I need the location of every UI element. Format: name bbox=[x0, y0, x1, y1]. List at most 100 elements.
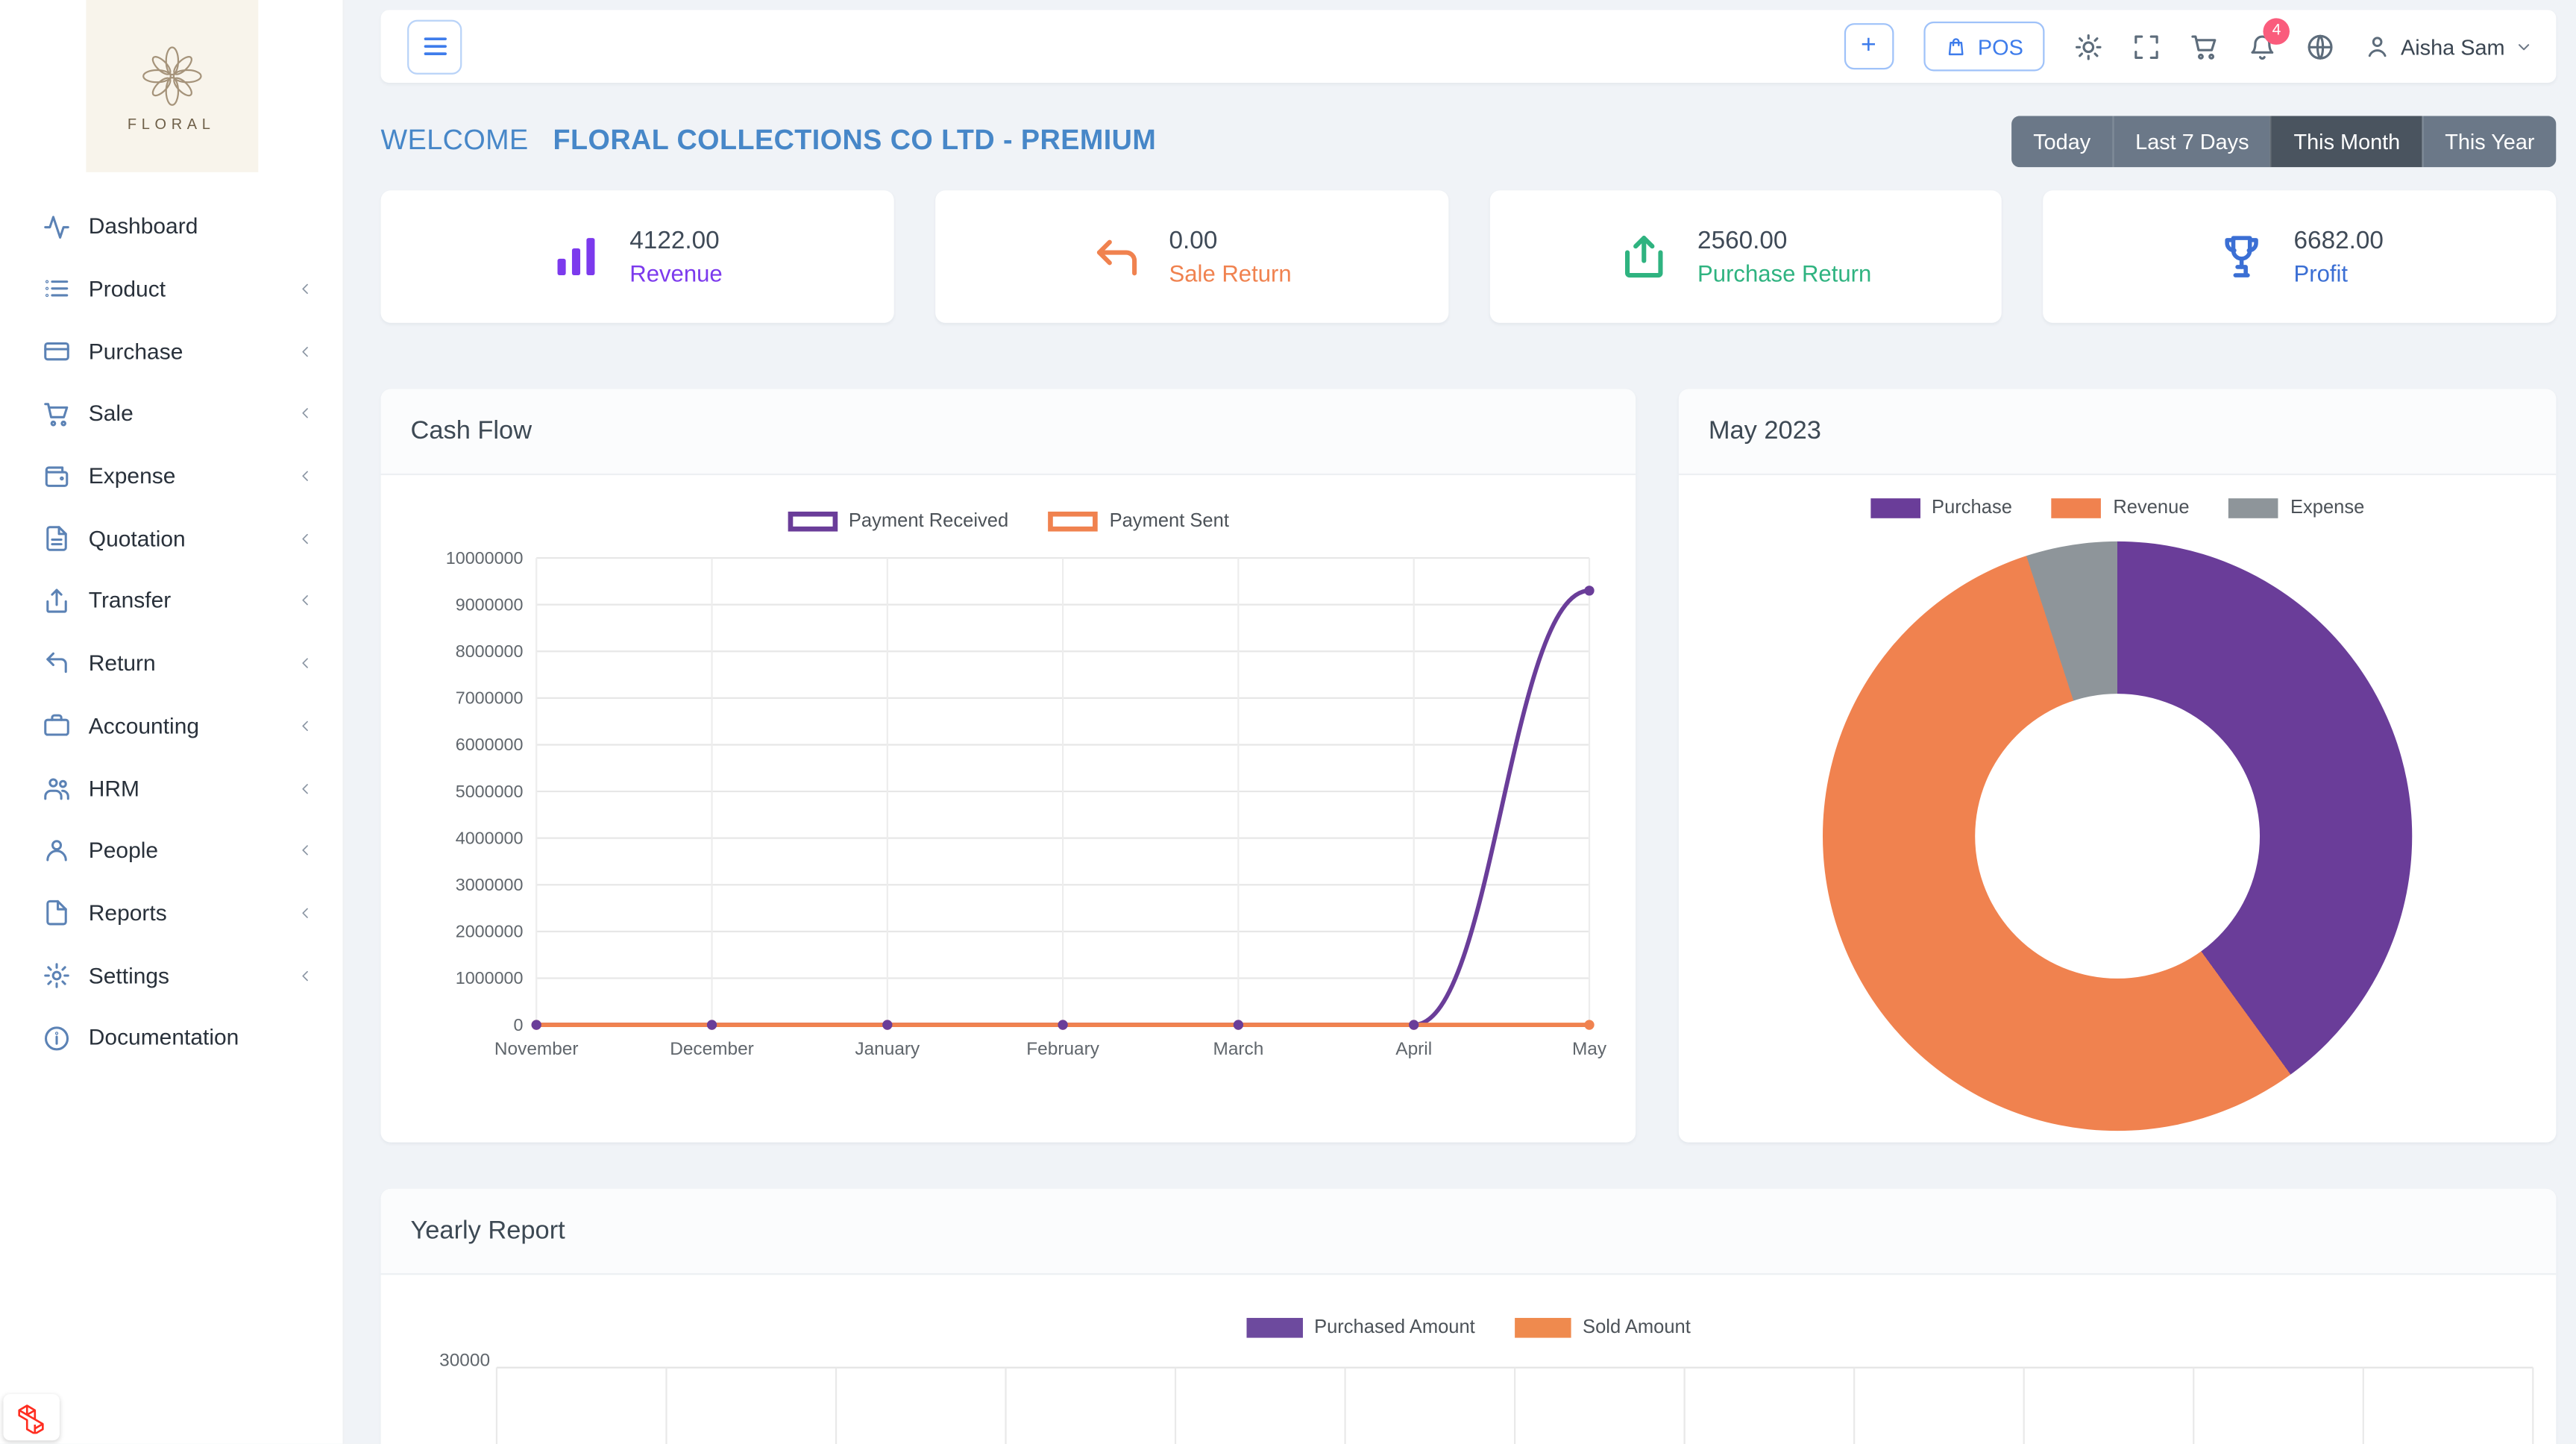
legend-item-purchase[interactable]: Purchase bbox=[1870, 498, 2012, 518]
chevron-left-icon bbox=[298, 344, 313, 359]
donut-chart bbox=[1823, 542, 2412, 1131]
filter-today[interactable]: Today bbox=[2011, 115, 2112, 166]
donut-legend: Purchase Revenue Expense bbox=[1679, 498, 2556, 518]
yearly-report-card: Yearly Report Purchased Amount Sold Amou… bbox=[381, 1189, 2557, 1444]
sidebar-item-reports[interactable]: Reports bbox=[0, 882, 342, 944]
yearly-report-chart: 30000 bbox=[381, 1354, 2557, 1444]
svg-text:4000000: 4000000 bbox=[456, 828, 524, 847]
file-text-icon bbox=[43, 525, 71, 553]
sidebar-item-return[interactable]: Return bbox=[0, 632, 342, 695]
sidebar-item-label: Accounting bbox=[89, 713, 199, 738]
gear-icon bbox=[43, 961, 71, 989]
sidebar-item-label: Documentation bbox=[89, 1026, 239, 1050]
return-arrow-icon bbox=[1091, 232, 1141, 282]
filter-last-7-days[interactable]: Last 7 Days bbox=[2112, 115, 2270, 166]
svg-text:April: April bbox=[1395, 1039, 1432, 1059]
shopping-bag-icon bbox=[1945, 36, 1967, 57]
stat-value: 2560.00 bbox=[1697, 227, 1871, 255]
stat-card-revenue: 4122.00 Revenue bbox=[381, 190, 894, 323]
svg-text:November: November bbox=[494, 1039, 579, 1059]
fullscreen-icon[interactable] bbox=[2132, 32, 2161, 60]
stat-value: 6682.00 bbox=[2294, 227, 2384, 255]
svg-text:0: 0 bbox=[513, 1015, 523, 1035]
globe-icon[interactable] bbox=[2306, 32, 2334, 60]
sidebar-item-settings[interactable]: Settings bbox=[0, 944, 342, 1007]
legend-item-purchased-amount[interactable]: Purchased Amount bbox=[1246, 1318, 1475, 1338]
quick-add-button[interactable]: + bbox=[1844, 23, 1894, 69]
sidebar-item-dashboard[interactable]: Dashboard bbox=[0, 195, 342, 258]
svg-text:January: January bbox=[855, 1039, 920, 1059]
svg-text:March: March bbox=[1213, 1039, 1264, 1059]
svg-text:2000000: 2000000 bbox=[456, 922, 524, 941]
user-name: Aisha Sam bbox=[2401, 34, 2505, 59]
filter-this-year[interactable]: This Year bbox=[2422, 115, 2556, 166]
credit-card-icon bbox=[43, 338, 71, 365]
chevron-left-icon bbox=[298, 718, 313, 733]
svg-text:1000000: 1000000 bbox=[456, 968, 524, 988]
date-filter-group: Today Last 7 Days This Month This Year bbox=[2011, 115, 2556, 166]
company-logo[interactable]: FLORAL bbox=[85, 0, 257, 172]
info-icon bbox=[43, 1024, 71, 1052]
topbar: + POS 4 Aisha Sam bbox=[381, 10, 2557, 83]
user-icon bbox=[43, 837, 71, 864]
legend-item-payment-received[interactable]: Payment Received bbox=[788, 512, 1008, 532]
legend-item-sold-amount[interactable]: Sold Amount bbox=[1515, 1318, 1691, 1338]
wallet-icon bbox=[43, 462, 71, 490]
svg-text:9000000: 9000000 bbox=[456, 594, 524, 614]
sidebar-item-people[interactable]: People bbox=[0, 820, 342, 882]
sidebar-item-accounting[interactable]: Accounting bbox=[0, 694, 342, 757]
topbar-actions: + POS 4 Aisha Sam bbox=[1844, 22, 2533, 72]
sidebar-item-label: HRM bbox=[89, 776, 139, 800]
svg-text:10000000: 10000000 bbox=[446, 548, 524, 568]
stat-card-profit: 6682.00 Profit bbox=[2043, 190, 2557, 323]
bar-chart-icon bbox=[552, 232, 602, 282]
legend-item-revenue[interactable]: Revenue bbox=[2052, 498, 2189, 518]
cash-flow-line-chart: 0100000020000003000000400000050000006000… bbox=[404, 542, 1612, 1088]
sun-icon[interactable] bbox=[2075, 32, 2103, 60]
notification-count-badge: 4 bbox=[2264, 17, 2290, 44]
trophy-icon bbox=[2216, 232, 2266, 282]
filter-this-month[interactable]: This Month bbox=[2270, 115, 2422, 166]
chevron-left-icon bbox=[298, 406, 313, 421]
menu-toggle-button[interactable] bbox=[407, 19, 462, 74]
stat-label: Purchase Return bbox=[1697, 260, 1871, 287]
welcome-row: WELCOME FLORAL COLLECTIONS CO LTD - PREM… bbox=[381, 116, 2557, 166]
file-icon bbox=[43, 900, 71, 927]
chevron-left-icon bbox=[298, 905, 313, 920]
legend-label: Purchase bbox=[1932, 498, 2012, 518]
stat-cards-row: 4122.00 Revenue 0.00 Sale Return 2560.00… bbox=[381, 190, 2557, 323]
briefcase-icon bbox=[43, 712, 71, 740]
sidebar-item-sale[interactable]: Sale bbox=[0, 383, 342, 445]
sidebar-item-quotation[interactable]: Quotation bbox=[0, 507, 342, 570]
framework-badge[interactable] bbox=[3, 1394, 59, 1440]
legend-label: Revenue bbox=[2113, 498, 2189, 518]
sidebar-item-purchase[interactable]: Purchase bbox=[0, 320, 342, 383]
sidebar-item-product[interactable]: Product bbox=[0, 258, 342, 321]
user-menu[interactable]: Aisha Sam bbox=[2364, 33, 2533, 60]
yearly-report-title: Yearly Report bbox=[381, 1189, 2557, 1275]
sidebar-item-hrm[interactable]: HRM bbox=[0, 757, 342, 820]
legend-swatch bbox=[1246, 1318, 1302, 1338]
svg-text:7000000: 7000000 bbox=[456, 688, 524, 708]
legend-label: Payment Received bbox=[849, 512, 1008, 532]
svg-text:8000000: 8000000 bbox=[456, 641, 524, 661]
yearly-report-grid bbox=[381, 1354, 2557, 1444]
sidebar-item-label: Dashboard bbox=[89, 214, 198, 239]
chevron-left-icon bbox=[298, 531, 313, 546]
sidebar-item-label: Transfer bbox=[89, 588, 171, 613]
sidebar-item-expense[interactable]: Expense bbox=[0, 445, 342, 508]
list-icon bbox=[43, 275, 71, 303]
sidebar-item-label: Return bbox=[89, 651, 156, 676]
legend-item-payment-sent[interactable]: Payment Sent bbox=[1048, 512, 1228, 532]
svg-text:May: May bbox=[1572, 1039, 1607, 1059]
pos-button[interactable]: POS bbox=[1923, 22, 2045, 72]
cart-icon[interactable] bbox=[2190, 32, 2219, 60]
dashboard-page: FLORAL Dashboard Product Purchase Sale bbox=[0, 0, 2576, 1444]
sidebar-item-transfer[interactable]: Transfer bbox=[0, 570, 342, 632]
stat-value: 0.00 bbox=[1169, 227, 1292, 255]
notifications-button[interactable]: 4 bbox=[2249, 32, 2277, 60]
legend-item-expense[interactable]: Expense bbox=[2229, 498, 2365, 518]
legend-label: Purchased Amount bbox=[1314, 1318, 1475, 1338]
hamburger-icon bbox=[420, 31, 450, 61]
sidebar-item-documentation[interactable]: Documentation bbox=[0, 1006, 342, 1069]
